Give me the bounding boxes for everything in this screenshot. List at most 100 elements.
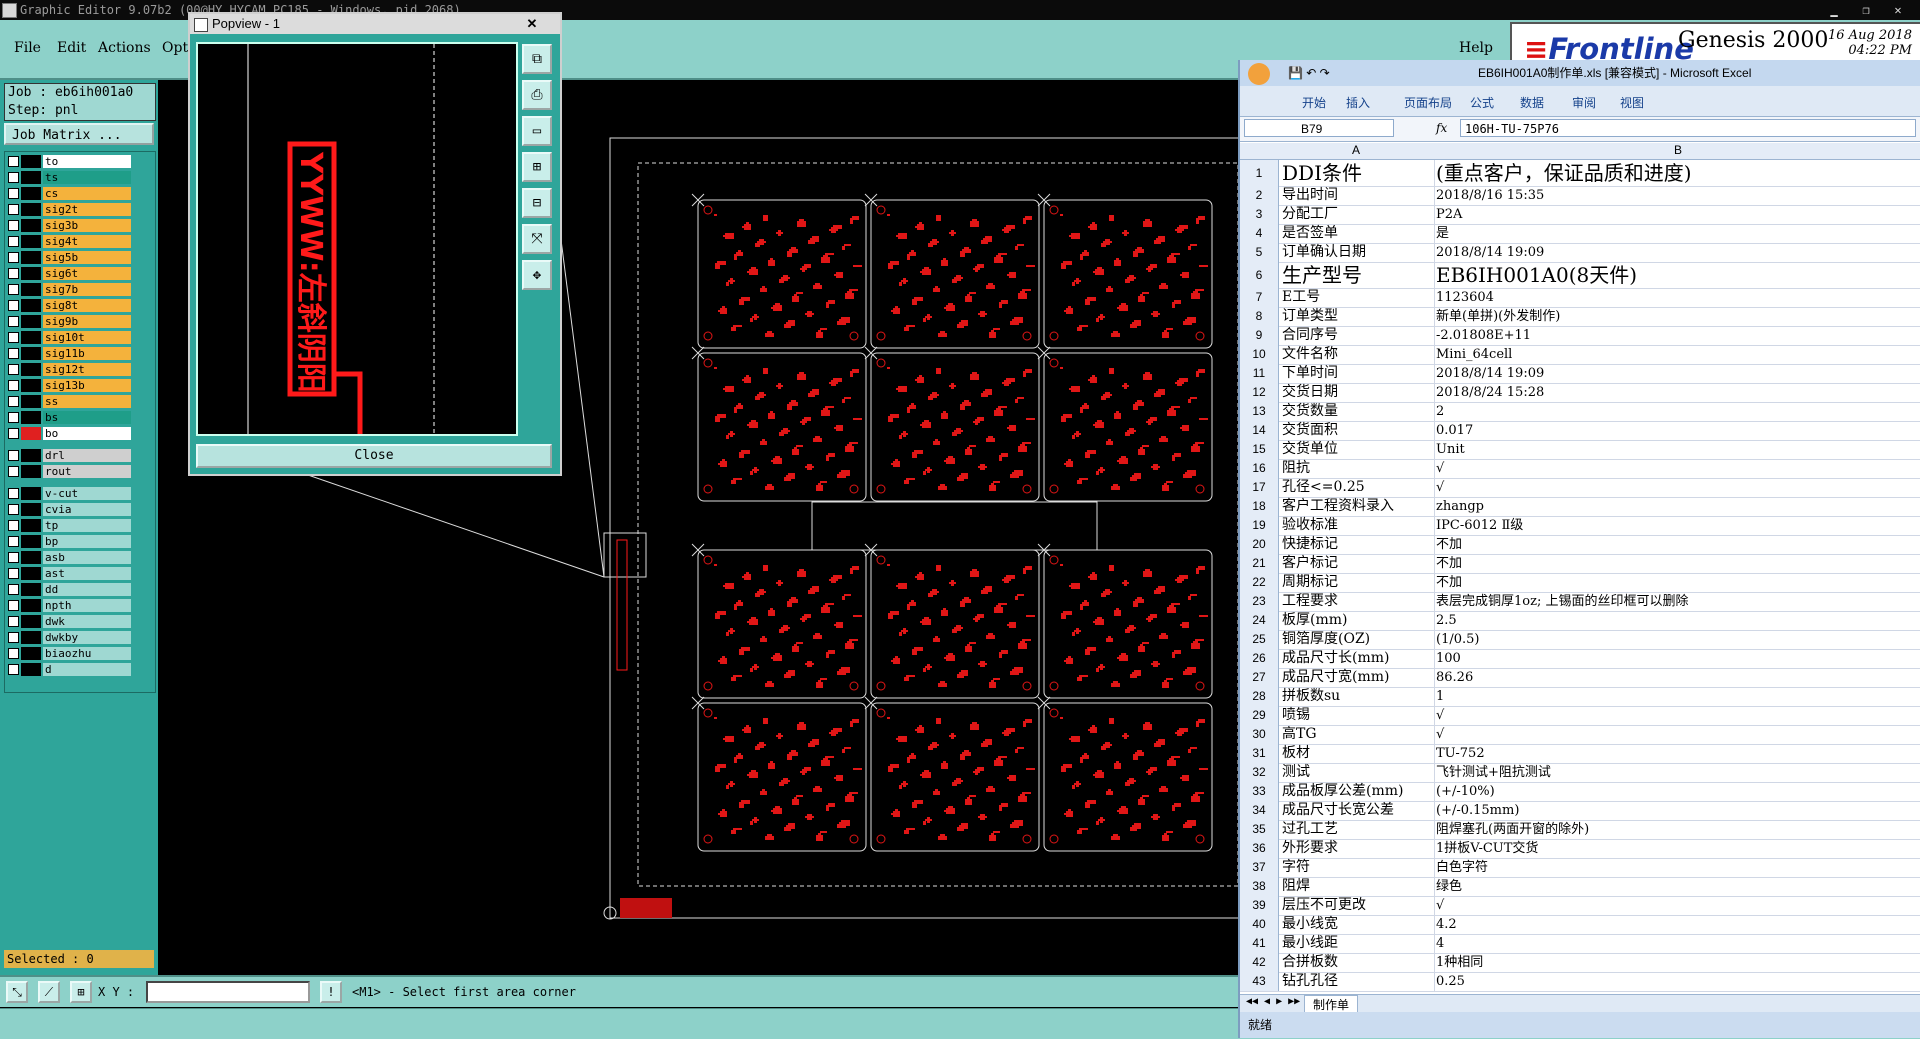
layer-checkbox[interactable] [8,412,19,423]
cell-a[interactable]: 字符 [1280,858,1435,877]
row-header[interactable]: 17 [1240,478,1279,497]
layer-name[interactable]: sig7b [43,283,131,296]
cell-a[interactable]: 验收标准 [1280,516,1435,535]
row-header[interactable]: 19 [1240,516,1279,535]
row-header[interactable]: 36 [1240,839,1279,858]
cell-a[interactable]: 成品尺寸宽(mm) [1280,668,1435,687]
cell-b[interactable]: 0.017 [1434,421,1920,440]
cell-a[interactable]: 成品尺寸长宽公差 [1280,801,1435,820]
row-header[interactable]: 29 [1240,706,1279,725]
cell-a[interactable]: 铜箔厚度(OZ) [1280,630,1435,649]
layer-checkbox[interactable] [8,268,19,279]
layer-row-sig12t[interactable]: sig12t [5,362,155,377]
cell-b[interactable]: zhangp [1434,497,1920,516]
cell-a[interactable]: 阻焊 [1280,877,1435,896]
popview-fit-icon[interactable]: ⤧ [522,224,552,254]
layer-checkbox[interactable] [8,664,19,675]
cell-a[interactable]: 外形要求 [1280,839,1435,858]
cell-a[interactable]: 合同序号 [1280,326,1435,345]
layer-row-biaozhu[interactable]: biaozhu [5,646,155,661]
row-header[interactable]: 2 [1240,186,1279,205]
office-button-icon[interactable] [1248,63,1270,85]
cell-a[interactable]: 高TG [1280,725,1435,744]
cell-b[interactable]: 2018/8/14 19:09 [1434,364,1920,383]
layer-row-npth[interactable]: npth [5,598,155,613]
layer-row-ts[interactable]: ts [5,170,155,185]
cell-b[interactable]: TU-752 [1434,744,1920,763]
layer-row-dwk[interactable]: dwk [5,614,155,629]
cell-a[interactable]: 文件名称 [1280,345,1435,364]
menu-file[interactable]: File [14,40,41,56]
row-header[interactable]: 6 [1240,262,1279,288]
layer-name[interactable]: bp [43,535,131,548]
layer-checkbox[interactable] [8,520,19,531]
layer-row-ast[interactable]: ast [5,566,155,581]
cell-a[interactable]: 孔径<=0.25 [1280,478,1435,497]
cell-b[interactable]: 86.26 [1434,668,1920,687]
layer-checkbox[interactable] [8,584,19,595]
layer-checkbox[interactable] [8,504,19,515]
ribbon-tab-view[interactable]: 视图 [1620,94,1644,111]
cell-a[interactable]: 交货日期 [1280,383,1435,402]
cell-a[interactable]: 成品板厚公差(mm) [1280,782,1435,801]
cell-b[interactable]: √ [1434,725,1920,744]
cell-b[interactable]: 2018/8/24 15:28 [1434,383,1920,402]
layer-checkbox[interactable] [8,428,19,439]
layer-name[interactable]: cs [43,187,131,200]
layer-row-cs[interactable]: cs [5,186,155,201]
cell-a[interactable]: 测试 [1280,763,1435,782]
cell-a[interactable]: E工号 [1280,288,1435,307]
row-header[interactable]: 22 [1240,573,1279,592]
cell-b[interactable]: (+/-10%) [1434,782,1920,801]
layer-row-sig2t[interactable]: sig2t [5,202,155,217]
cell-a[interactable]: 最小线宽 [1280,915,1435,934]
menu-edit[interactable]: Edit [57,40,86,56]
cell-a[interactable]: 工程要求 [1280,592,1435,611]
layer-name[interactable]: sig13b [43,379,131,392]
cell-b[interactable]: 1种相同 [1434,953,1920,972]
layer-row-sig6t[interactable]: sig6t [5,266,155,281]
layer-checkbox[interactable] [8,552,19,563]
layer-checkbox[interactable] [8,236,19,247]
row-header[interactable]: 32 [1240,763,1279,782]
row-header[interactable]: 16 [1240,459,1279,478]
select-tool-icon[interactable]: ⤡ [6,981,28,1003]
row-header[interactable]: 15 [1240,440,1279,459]
layer-name[interactable]: ts [43,171,131,184]
cell-a[interactable]: 导出时间 [1280,186,1435,205]
cell-b[interactable]: P2A [1434,205,1920,224]
cell-b[interactable]: 4 [1434,934,1920,953]
layer-name[interactable]: sig11b [43,347,131,360]
layer-row-sig10t[interactable]: sig10t [5,330,155,345]
cell-b[interactable]: 4.2 [1434,915,1920,934]
row-header[interactable]: 3 [1240,205,1279,224]
row-header[interactable]: 8 [1240,307,1279,326]
layer-row-sig4t[interactable]: sig4t [5,234,155,249]
cell-b[interactable]: 不加 [1434,573,1920,592]
layer-checkbox[interactable] [8,220,19,231]
row-header[interactable]: 12 [1240,383,1279,402]
layer-name[interactable]: sig10t [43,331,131,344]
layer-checkbox[interactable] [8,568,19,579]
cell-b[interactable]: -2.01808E+11 [1434,326,1920,345]
popview-pan-icon[interactable]: ✥ [522,260,552,290]
cell-a[interactable]: 周期标记 [1280,573,1435,592]
row-header[interactable]: 40 [1240,915,1279,934]
cell-b[interactable]: 飞针测试+阻抗测试 [1434,763,1920,782]
fx-icon[interactable]: fx [1436,121,1447,135]
cell-b[interactable]: 2018/8/14 19:09 [1434,243,1920,262]
cell-b[interactable]: IPC-6012 Ⅱ级 [1434,516,1920,535]
cell-a[interactable]: 分配工厂 [1280,205,1435,224]
popview-close-icon[interactable]: ✕ [520,14,544,34]
layer-name[interactable]: sig9b [43,315,131,328]
layer-checkbox[interactable] [8,536,19,547]
layer-row-sig8t[interactable]: sig8t [5,298,155,313]
layer-row-sig7b[interactable]: sig7b [5,282,155,297]
row-header[interactable]: 41 [1240,934,1279,953]
name-box[interactable]: B79 [1244,119,1394,137]
row-header[interactable]: 18 [1240,497,1279,516]
cell-a[interactable]: 层压不可更改 [1280,896,1435,915]
layer-checkbox[interactable] [8,332,19,343]
layer-name[interactable]: sig5b [43,251,131,264]
layer-name[interactable]: cvia [43,503,131,516]
